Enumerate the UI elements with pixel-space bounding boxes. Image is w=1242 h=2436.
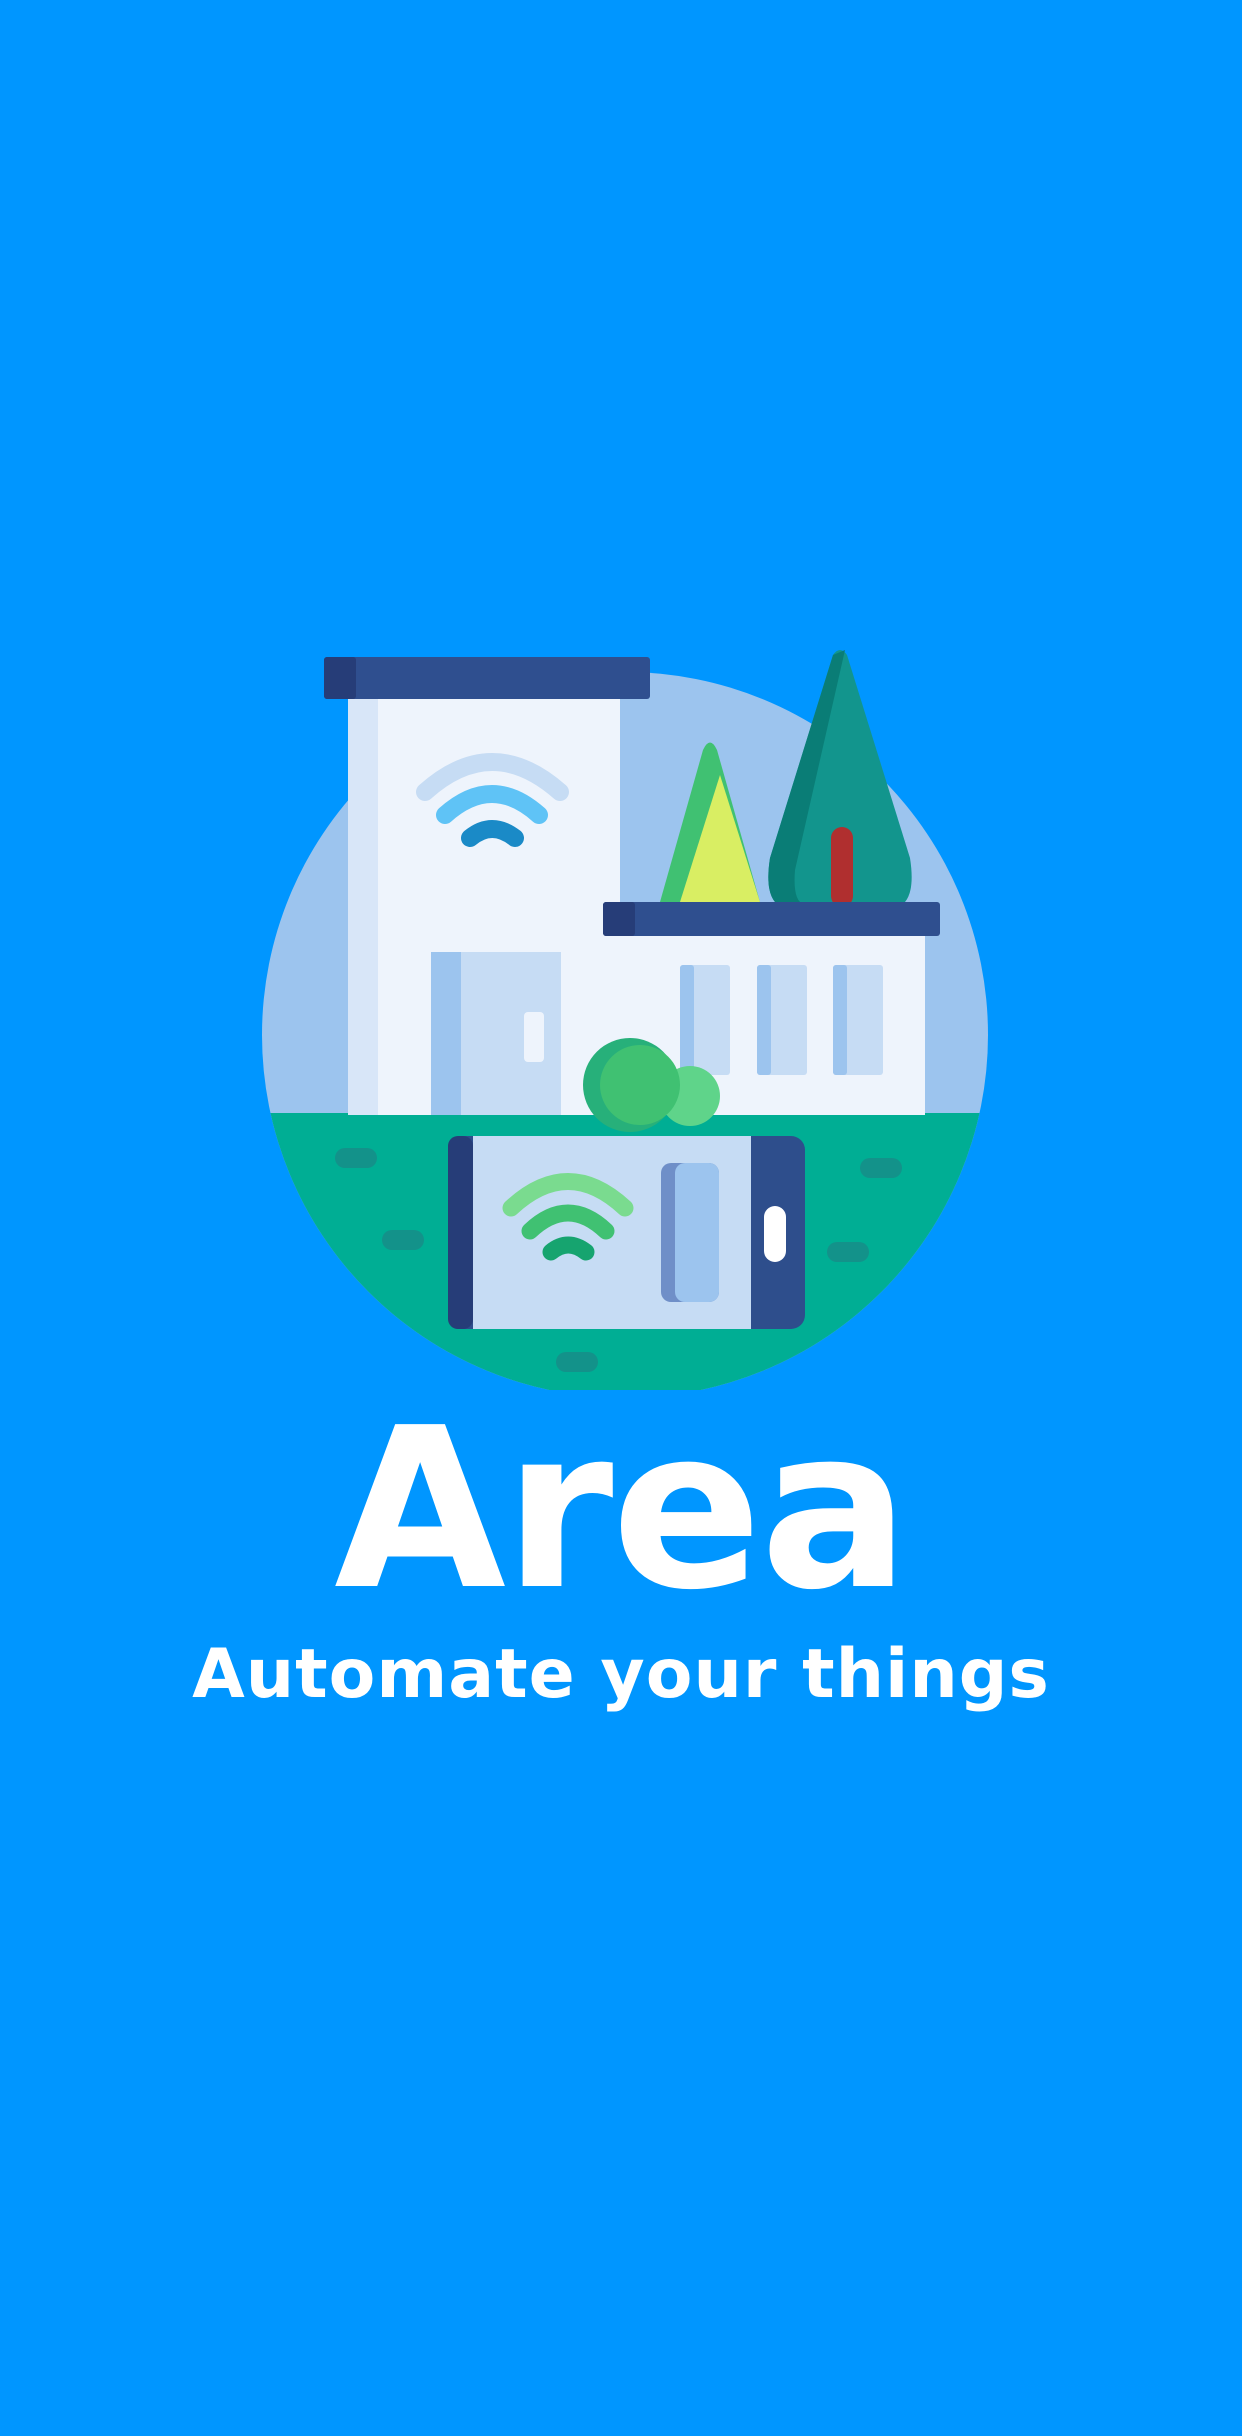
ground-stone: [556, 1352, 598, 1372]
tall-building-roof: [324, 657, 650, 699]
low-building-roof-edge: [603, 902, 635, 936]
tall-building-shade: [348, 695, 378, 1115]
phone-home-button: [764, 1206, 786, 1262]
ground-stone: [382, 1230, 424, 1250]
app-title: Area: [334, 1381, 910, 1639]
door-handle: [524, 1012, 544, 1062]
ground-stone: [335, 1148, 377, 1168]
ground-stone: [860, 1158, 902, 1178]
tall-building-roof-edge: [324, 657, 356, 699]
phone-edge: [448, 1136, 473, 1329]
smart-home-illustration-graphic: [262, 650, 988, 1390]
splash-screen: Area Automate your things: [0, 0, 1242, 2436]
low-building-roof: [603, 902, 940, 936]
windows: [680, 965, 883, 1075]
ground-stone: [827, 1242, 869, 1262]
phone-screen-card-front: [675, 1163, 719, 1302]
tagline: Automate your things: [192, 1635, 1050, 1714]
bush: [600, 1045, 680, 1125]
tree-trunk: [831, 827, 853, 907]
smart-home-illustration: [255, 640, 995, 1390]
door-shade: [431, 952, 461, 1115]
